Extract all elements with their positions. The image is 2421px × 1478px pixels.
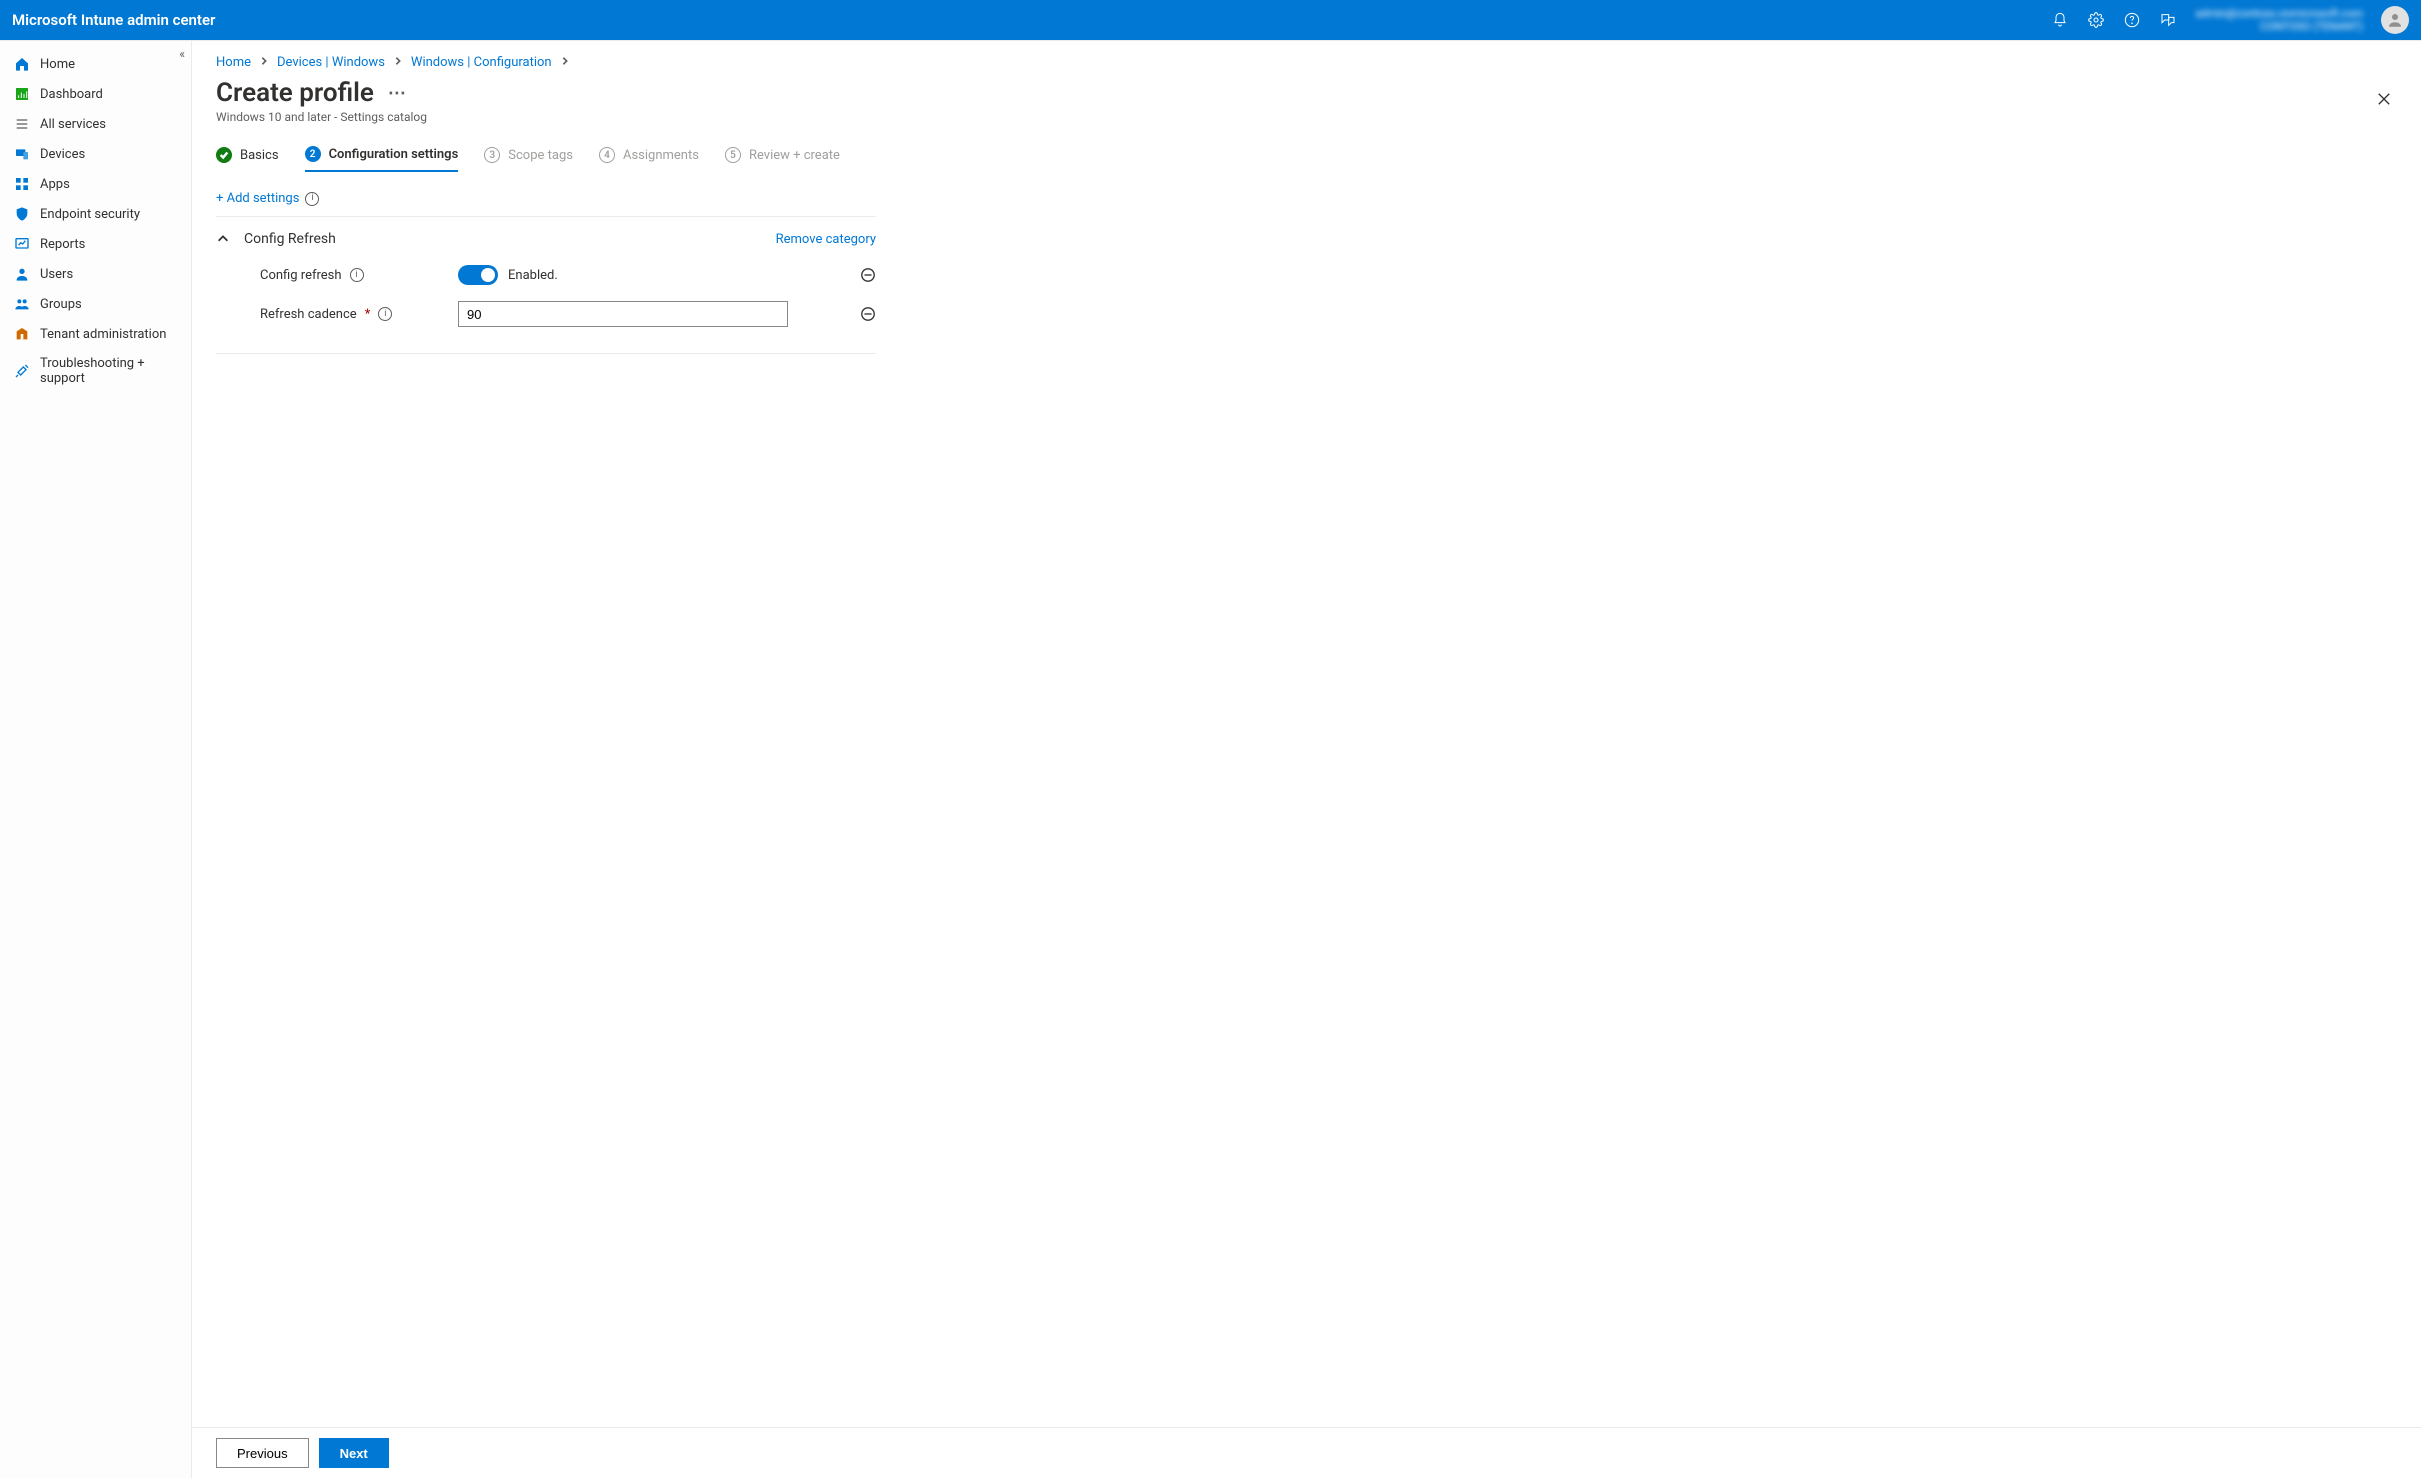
chevron-up-icon[interactable] xyxy=(216,232,230,246)
step-number: 3 xyxy=(484,147,500,163)
info-icon[interactable]: i xyxy=(350,268,364,282)
previous-button[interactable]: Previous xyxy=(216,1438,309,1468)
step-configuration-settings[interactable]: 2 Configuration settings xyxy=(305,146,459,172)
sidebar-item-endpoint-security[interactable]: Endpoint security xyxy=(0,199,191,229)
close-icon[interactable] xyxy=(2371,86,2397,116)
chevron-right-icon xyxy=(393,55,403,70)
help-icon[interactable] xyxy=(2116,4,2148,36)
apps-icon xyxy=(14,176,30,192)
home-icon xyxy=(14,56,30,72)
topbar: Microsoft Intune admin center admin@cont… xyxy=(0,0,2421,40)
remove-setting-icon[interactable] xyxy=(860,267,876,283)
reports-icon xyxy=(14,236,30,252)
step-label: Basics xyxy=(240,148,279,163)
more-actions-icon[interactable]: ⋯ xyxy=(388,83,407,104)
sidebar-item-troubleshooting[interactable]: Troubleshooting + support xyxy=(0,349,191,393)
step-review-create[interactable]: 5 Review + create xyxy=(725,146,840,172)
sidebar: « Home Dashboard All services Devices Ap… xyxy=(0,41,192,1478)
breadcrumb-link[interactable]: Home xyxy=(216,55,251,70)
sidebar-item-label: Groups xyxy=(40,297,82,312)
sidebar-item-label: Troubleshooting + support xyxy=(40,356,177,386)
sidebar-item-label: Endpoint security xyxy=(40,207,140,222)
sidebar-item-devices[interactable]: Devices xyxy=(0,139,191,169)
breadcrumb: Home Devices | Windows Windows | Configu… xyxy=(216,55,2397,70)
required-asterisk: * xyxy=(365,307,371,322)
sidebar-item-label: Dashboard xyxy=(40,87,103,102)
shield-icon xyxy=(14,206,30,222)
user-info[interactable]: admin@contoso.onmicrosoft.com CONTOSO (T… xyxy=(2188,7,2371,33)
groups-icon xyxy=(14,296,30,312)
sidebar-item-all-services[interactable]: All services xyxy=(0,109,191,139)
sidebar-item-apps[interactable]: Apps xyxy=(0,169,191,199)
add-settings-link[interactable]: + Add settings i xyxy=(216,191,876,206)
step-number: 4 xyxy=(599,147,615,163)
wizard-steps: Basics 2 Configuration settings 3 Scope … xyxy=(216,146,2397,173)
settings-category: Config Refresh Remove category Config re… xyxy=(216,216,876,354)
breadcrumb-link[interactable]: Devices | Windows xyxy=(277,55,385,70)
step-basics[interactable]: Basics xyxy=(216,146,279,172)
list-icon xyxy=(14,116,30,132)
step-label: Review + create xyxy=(749,148,840,163)
user-icon xyxy=(14,266,30,282)
step-scope-tags[interactable]: 3 Scope tags xyxy=(484,146,573,172)
sidebar-item-label: Home xyxy=(40,57,75,72)
sidebar-item-label: Tenant administration xyxy=(40,327,166,342)
category-title: Config Refresh xyxy=(244,231,336,247)
refresh-cadence-input[interactable] xyxy=(458,301,788,327)
sidebar-item-tenant-administration[interactable]: Tenant administration xyxy=(0,319,191,349)
gear-icon[interactable] xyxy=(2080,4,2112,36)
step-number: 2 xyxy=(305,146,321,162)
sidebar-item-dashboard[interactable]: Dashboard xyxy=(0,79,191,109)
dashboard-icon xyxy=(14,86,30,102)
breadcrumb-link[interactable]: Windows | Configuration xyxy=(411,55,552,70)
step-label: Scope tags xyxy=(508,148,573,163)
sidebar-item-groups[interactable]: Groups xyxy=(0,289,191,319)
step-label: Configuration settings xyxy=(329,147,459,162)
notifications-icon[interactable] xyxy=(2044,4,2076,36)
setting-row-config-refresh: Config refresh i Enabled. xyxy=(216,257,876,293)
sidebar-item-label: Apps xyxy=(40,177,70,192)
sidebar-collapse-icon[interactable]: « xyxy=(179,47,185,61)
chevron-right-icon xyxy=(259,55,269,70)
info-icon[interactable]: i xyxy=(378,307,392,321)
app-title: Microsoft Intune admin center xyxy=(12,11,215,29)
sidebar-item-label: Users xyxy=(40,267,73,282)
page-subtitle: Windows 10 and later - Settings catalog xyxy=(216,110,427,124)
setting-label: Refresh cadence xyxy=(260,307,357,322)
wizard-footer: Previous Next xyxy=(192,1427,2421,1478)
sidebar-item-users[interactable]: Users xyxy=(0,259,191,289)
setting-row-refresh-cadence: Refresh cadence * i xyxy=(216,293,876,335)
remove-category-link[interactable]: Remove category xyxy=(776,232,876,247)
tenant-icon xyxy=(14,326,30,342)
setting-label: Config refresh xyxy=(260,268,342,283)
sidebar-item-label: Devices xyxy=(40,147,85,162)
step-assignments[interactable]: 4 Assignments xyxy=(599,146,699,172)
main: Home Devices | Windows Windows | Configu… xyxy=(192,41,2421,1478)
avatar[interactable] xyxy=(2381,6,2409,34)
remove-setting-icon[interactable] xyxy=(860,306,876,322)
feedback-icon[interactable] xyxy=(2152,4,2184,36)
next-button[interactable]: Next xyxy=(319,1438,389,1468)
step-label: Assignments xyxy=(623,148,699,163)
sidebar-item-reports[interactable]: Reports xyxy=(0,229,191,259)
page-title: Create profile xyxy=(216,78,374,108)
toggle-value-label: Enabled. xyxy=(508,268,558,283)
chevron-right-icon xyxy=(560,55,570,70)
sidebar-item-label: All services xyxy=(40,117,106,132)
tools-icon xyxy=(14,363,30,379)
sidebar-item-home[interactable]: Home xyxy=(0,49,191,79)
devices-icon xyxy=(14,146,30,162)
sidebar-item-label: Reports xyxy=(40,237,85,252)
step-number: 5 xyxy=(725,147,741,163)
info-icon[interactable]: i xyxy=(305,192,319,206)
config-refresh-toggle[interactable] xyxy=(458,265,498,285)
check-icon xyxy=(216,147,232,163)
